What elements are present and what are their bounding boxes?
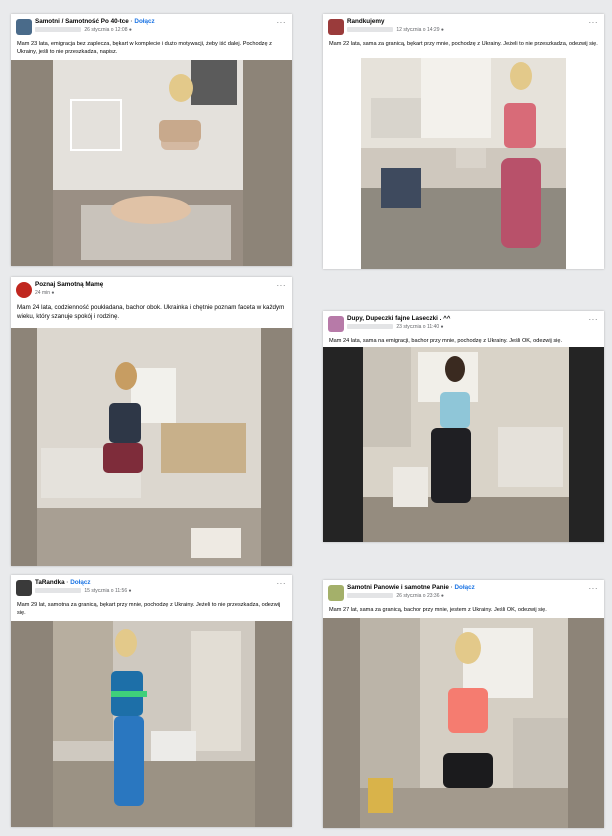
post-text: Mam 22 lata, sama za granicą, bękart prz…	[329, 41, 598, 47]
post-meta: 23 stycznia o 11:40 ●	[347, 324, 444, 330]
photo-scene	[361, 58, 566, 269]
join-group-link[interactable]: Dołącz	[134, 18, 154, 25]
more-options-button[interactable]: ···	[277, 281, 287, 290]
redacted-author	[347, 27, 393, 33]
post-header: TaRandka · Dołącz 15 stycznia o 11:56 ● …	[11, 575, 292, 601]
join-group-link[interactable]: Dołącz	[454, 584, 474, 591]
group-avatar[interactable]	[16, 19, 32, 35]
globe-icon: ●	[51, 290, 55, 296]
more-options-button[interactable]: ···	[589, 584, 599, 593]
photo-scene	[11, 621, 292, 827]
photo-scene	[323, 347, 604, 542]
post-photo[interactable]	[361, 58, 566, 269]
post-card: Poznaj Samotną Mamę 24 min ● ··· Mam 24 …	[11, 277, 292, 566]
post-timestamp[interactable]: 26 stycznia o 12:08	[84, 27, 127, 33]
group-name-link[interactable]: Dupy, Dupeczki fajne Laseczki . ^^	[347, 315, 450, 322]
post-meta: 15 stycznia o 11:56 ●	[35, 588, 132, 594]
more-options-button[interactable]: ···	[589, 315, 599, 324]
globe-icon: ●	[440, 593, 444, 599]
post-header: Samotni / Samotność Po 40-tce · Dołącz 2…	[11, 14, 292, 40]
group-name-link[interactable]: Poznaj Samotną Mamę	[35, 281, 103, 288]
post-text: Mam 23 lata, emigracja bez zaplecza, bęk…	[17, 41, 272, 55]
redacted-author	[35, 588, 81, 594]
post-meta: 24 min ●	[35, 290, 54, 296]
post-photo[interactable]	[11, 60, 292, 266]
post-photo[interactable]	[11, 621, 292, 827]
more-options-button[interactable]: ···	[277, 18, 287, 27]
post-meta: 12 stycznia o 14:29 ●	[347, 27, 444, 33]
join-group-link[interactable]: Dołącz	[70, 579, 90, 586]
post-card: Dupy, Dupeczki fajne Laseczki . ^^ 23 st…	[323, 311, 604, 542]
post-timestamp[interactable]: 24 min	[35, 290, 50, 296]
group-avatar[interactable]	[16, 580, 32, 596]
redacted-author	[35, 27, 81, 33]
globe-icon: ●	[440, 324, 444, 330]
group-avatar[interactable]	[328, 19, 344, 35]
photo-scene	[11, 60, 292, 266]
post-header: Poznaj Samotną Mamę 24 min ● ···	[11, 277, 292, 303]
post-text: Mam 24 lata, codzienność poukładana, bac…	[17, 304, 285, 320]
post-timestamp[interactable]: 23 stycznia o 11:40	[396, 324, 439, 330]
globe-icon: ●	[440, 27, 444, 33]
more-options-button[interactable]: ···	[277, 579, 287, 588]
post-timestamp[interactable]: 26 stycznia o 23:36	[396, 593, 439, 599]
group-name-link[interactable]: Samotni / Samotność Po 40-tce	[35, 18, 129, 25]
post-card: Samotni / Samotność Po 40-tce · Dołącz 2…	[11, 14, 292, 266]
globe-icon: ●	[128, 27, 132, 33]
post-photo[interactable]	[11, 328, 292, 566]
post-timestamp[interactable]: 12 stycznia o 14:29	[396, 27, 439, 33]
post-meta: 26 stycznia o 12:08 ●	[35, 27, 132, 33]
redacted-author	[347, 593, 393, 599]
post-text: Mam 24 lata, sama na emigracji, bachor p…	[329, 338, 563, 344]
post-text: Mam 29 lat, samotna za granicą, bękart p…	[17, 602, 281, 616]
group-avatar[interactable]	[328, 585, 344, 601]
redacted-author	[347, 324, 393, 330]
group-name-link[interactable]: Samotni Panowie i samotne Panie	[347, 584, 449, 591]
photo-scene	[11, 328, 292, 566]
group-name-link[interactable]: Randkujemy	[347, 18, 384, 25]
group-avatar[interactable]	[16, 282, 32, 298]
group-name-link[interactable]: TaRandka	[35, 579, 65, 586]
post-card: Samotni Panowie i samotne Panie · Dołącz…	[323, 580, 604, 828]
post-header: Randkujemy 12 stycznia o 14:29 ● ···	[323, 14, 604, 40]
post-header: Dupy, Dupeczki fajne Laseczki . ^^ 23 st…	[323, 311, 604, 337]
post-meta: 26 stycznia o 23:36 ●	[347, 593, 444, 599]
post-header: Samotni Panowie i samotne Panie · Dołącz…	[323, 580, 604, 606]
globe-icon: ●	[128, 588, 132, 594]
post-text: Mam 27 lat, sama za granicą, bachor przy…	[329, 607, 547, 613]
post-photo[interactable]	[323, 618, 604, 828]
post-photo[interactable]	[323, 347, 604, 542]
photo-scene	[323, 618, 604, 828]
post-card: TaRandka · Dołącz 15 stycznia o 11:56 ● …	[11, 575, 292, 827]
group-avatar[interactable]	[328, 316, 344, 332]
post-timestamp[interactable]: 15 stycznia o 11:56	[84, 588, 127, 594]
post-card: Randkujemy 12 stycznia o 14:29 ● ··· Mam…	[323, 14, 604, 269]
more-options-button[interactable]: ···	[589, 18, 599, 27]
